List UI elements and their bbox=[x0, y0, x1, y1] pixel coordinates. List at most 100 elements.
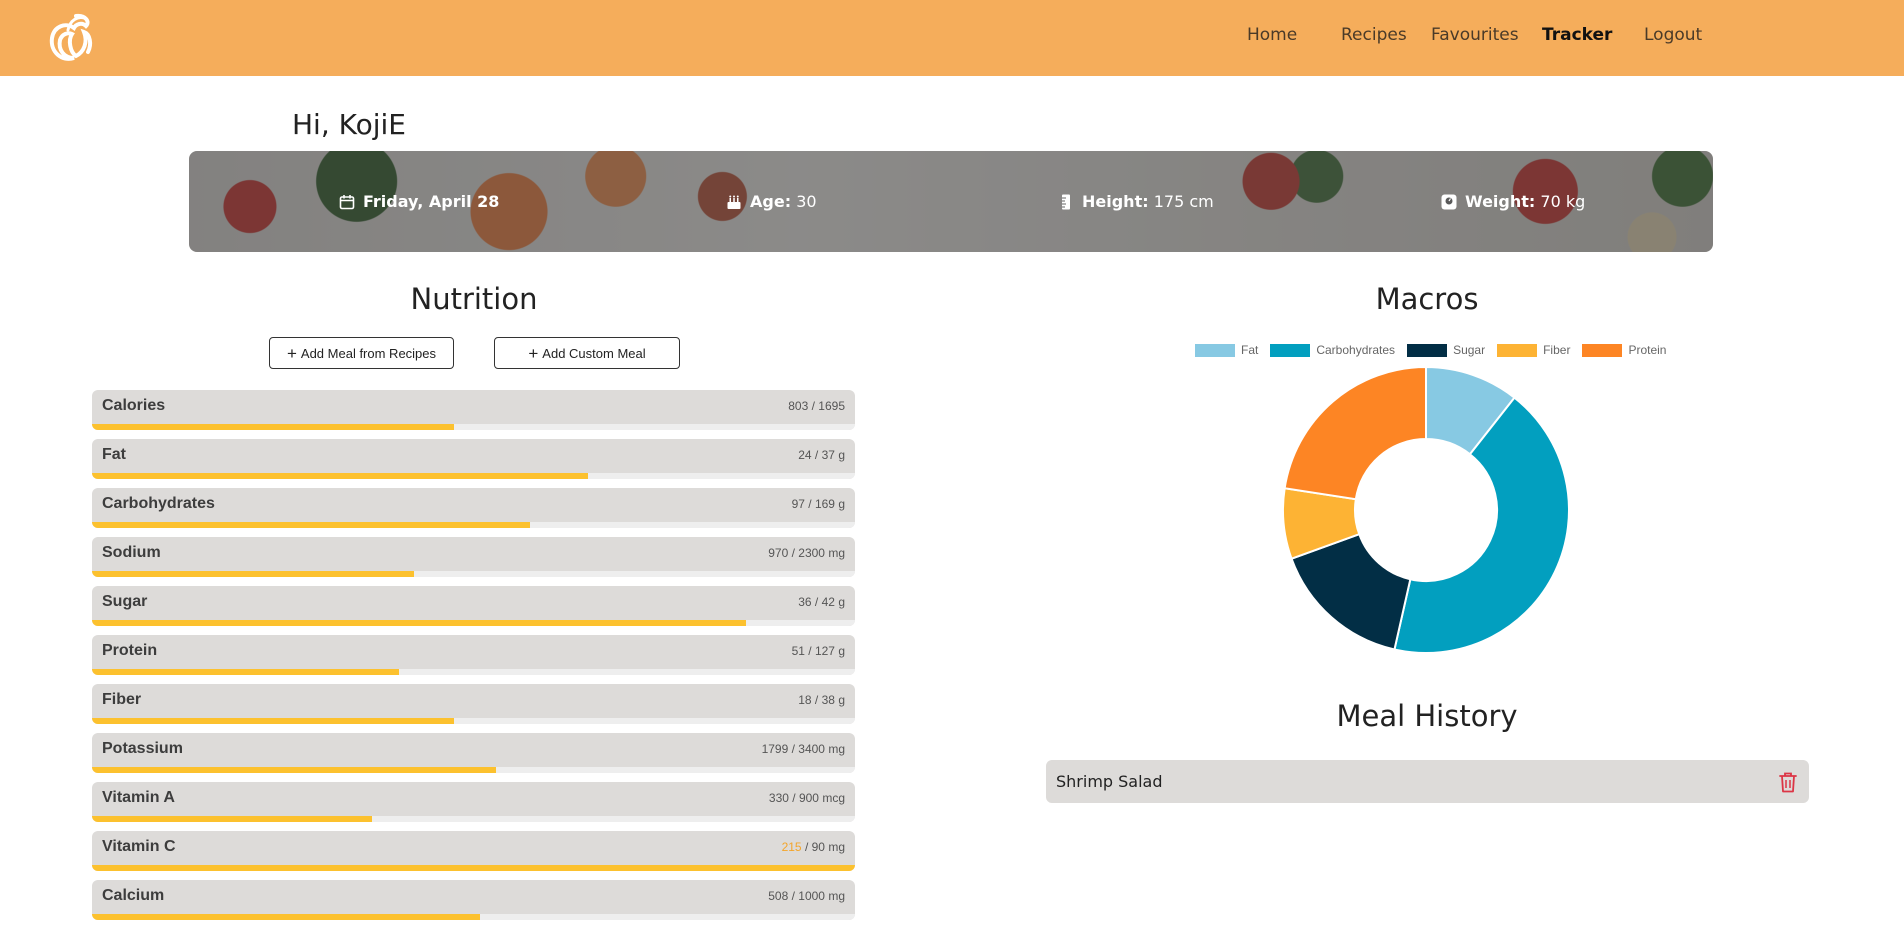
nutrient-progress-track bbox=[92, 816, 855, 822]
nutrition-row-vitamin-c: Vitamin C 215 / 90 mg bbox=[92, 831, 855, 871]
meal-history-title: Meal History bbox=[1336, 699, 1518, 733]
nutrient-progress-fill bbox=[92, 669, 399, 675]
nutrition-row-potassium: Potassium 1799 / 3400 mg bbox=[92, 733, 855, 773]
nutrient-label: Vitamin A bbox=[102, 789, 175, 806]
nutrition-row-sugar: Sugar 36 / 42 g bbox=[92, 586, 855, 626]
nutrient-label: Potassium bbox=[102, 740, 183, 757]
meal-history-item[interactable]: Shrimp Salad bbox=[1046, 760, 1809, 803]
legend-label: Fiber bbox=[1543, 343, 1571, 357]
nutrient-value: 97 / 169 g bbox=[791, 497, 845, 511]
nutrient-value: 36 / 42 g bbox=[798, 595, 845, 609]
trash-icon[interactable] bbox=[1777, 770, 1799, 794]
nutrient-progress-fill bbox=[92, 718, 454, 724]
nutrient-progress-track bbox=[92, 522, 855, 528]
banner-weight-text: Weight: 70 kg bbox=[1465, 192, 1586, 211]
legend-item-fiber[interactable]: Fiber bbox=[1497, 343, 1570, 357]
calendar-icon bbox=[339, 194, 355, 209]
legend-item-fat[interactable]: Fat bbox=[1195, 343, 1258, 357]
legend-item-sugar[interactable]: Sugar bbox=[1407, 343, 1485, 357]
nutrient-progress-track bbox=[92, 473, 855, 479]
legend-label: Protein bbox=[1628, 343, 1667, 357]
nutrient-value: 508 / 1000 mg bbox=[768, 889, 845, 903]
ruler-icon bbox=[1062, 194, 1070, 209]
nutrient-value: 51 / 127 g bbox=[791, 644, 845, 658]
banner-height-text: Height: 175 cm bbox=[1082, 192, 1214, 211]
nutrient-progress-fill bbox=[92, 865, 855, 871]
nutrient-progress-track bbox=[92, 914, 855, 920]
nutrition-row-carbohydrates: Carbohydrates 97 / 169 g bbox=[92, 488, 855, 528]
nav-logout[interactable]: Logout bbox=[1644, 25, 1702, 45]
nutrient-label: Calcium bbox=[102, 887, 165, 904]
nav-home[interactable]: Home bbox=[1247, 25, 1297, 45]
meal-name: Shrimp Salad bbox=[1056, 772, 1163, 791]
nutrient-progress-fill bbox=[92, 571, 414, 577]
legend-item-protein[interactable]: Protein bbox=[1582, 343, 1666, 357]
banner-weight: Weight: 70 kg bbox=[1441, 192, 1585, 211]
profile-banner: Friday, April 28 Age: 30 Height: 175 cm bbox=[189, 151, 1713, 252]
nutrition-title: Nutrition bbox=[410, 282, 538, 316]
slice-protein[interactable] bbox=[1283, 365, 1427, 501]
navbar: Home Recipes Favourites Tracker Logout bbox=[0, 0, 1904, 76]
legend-swatch bbox=[1582, 343, 1623, 357]
nutrient-progress-fill bbox=[92, 620, 746, 626]
nutrient-progress-fill bbox=[92, 914, 480, 920]
nutrition-row-sodium: Sodium 970 / 2300 mg bbox=[92, 537, 855, 577]
macros-legend: Fat Carbohydrates Sugar Fiber Protein bbox=[1195, 342, 1678, 358]
banner-age-text: Age: 30 bbox=[750, 192, 817, 211]
macros-donut-chart bbox=[1282, 365, 1570, 654]
nutrient-progress-track bbox=[92, 718, 855, 724]
nutrient-progress-track bbox=[92, 669, 855, 675]
add-custom-meal-label: Add Custom Meal bbox=[542, 345, 646, 361]
nutrient-value: 18 / 38 g bbox=[798, 693, 845, 707]
chef-logo-icon[interactable] bbox=[46, 12, 94, 64]
nutrient-label: Carbohydrates bbox=[102, 495, 215, 512]
plus-icon: + bbox=[528, 343, 539, 363]
nutrition-row-protein: Protein 51 / 127 g bbox=[92, 635, 855, 675]
legend-swatch bbox=[1497, 343, 1538, 357]
banner-age: Age: 30 bbox=[726, 192, 817, 211]
nutrient-label: Sodium bbox=[102, 544, 161, 561]
nutrient-progress-fill bbox=[92, 522, 530, 528]
nutrient-label: Fiber bbox=[102, 691, 142, 708]
nutrient-value: 970 / 2300 mg bbox=[768, 546, 845, 560]
macros-title: Macros bbox=[1375, 282, 1479, 316]
nutrient-label: Vitamin C bbox=[102, 838, 176, 855]
legend-label: Fat bbox=[1241, 343, 1259, 357]
scale-icon bbox=[1441, 194, 1457, 209]
plus-icon: + bbox=[286, 343, 297, 363]
nutrition-row-calcium: Calcium 508 / 1000 mg bbox=[92, 880, 855, 920]
legend-swatch bbox=[1195, 343, 1235, 357]
legend-label: Carbohydrates bbox=[1316, 343, 1396, 357]
nutrient-progress-fill bbox=[92, 424, 454, 430]
legend-swatch bbox=[1407, 343, 1448, 357]
nutrient-progress-fill bbox=[92, 473, 588, 479]
add-meal-from-recipes-button[interactable]: + Add Meal from Recipes bbox=[269, 337, 454, 369]
nutrition-row-calories: Calories 803 / 1695 bbox=[92, 390, 855, 430]
banner-date-text: Friday, April 28 bbox=[363, 192, 500, 211]
nav-recipes[interactable]: Recipes bbox=[1341, 25, 1407, 45]
legend-swatch bbox=[1270, 343, 1311, 357]
nutrient-progress-track bbox=[92, 865, 855, 871]
legend-label: Sugar bbox=[1453, 343, 1486, 357]
nav-tracker[interactable]: Tracker bbox=[1542, 25, 1612, 45]
banner-height: Height: 175 cm bbox=[1058, 192, 1214, 211]
add-custom-meal-button[interactable]: + Add Custom Meal bbox=[494, 337, 680, 369]
nutrient-value: 215 / 90 mg bbox=[781, 840, 845, 854]
nutrient-label: Calories bbox=[102, 397, 166, 414]
nutrient-progress-fill bbox=[92, 816, 373, 822]
nutrition-row-vitamin-a: Vitamin A 330 / 900 mcg bbox=[92, 782, 855, 822]
nutrient-value: 803 / 1695 bbox=[788, 399, 845, 413]
cake-icon bbox=[727, 195, 741, 209]
nutrient-value: 330 / 900 mcg bbox=[768, 791, 845, 805]
nutrient-progress-track bbox=[92, 620, 855, 626]
add-meal-from-recipes-label: Add Meal from Recipes bbox=[300, 345, 437, 361]
greeting: Hi, KojiE bbox=[292, 108, 406, 141]
nutrient-label: Fat bbox=[102, 446, 126, 463]
nutrient-progress-track bbox=[92, 767, 855, 773]
legend-item-carbohydrates[interactable]: Carbohydrates bbox=[1270, 343, 1395, 357]
nav-favourites[interactable]: Favourites bbox=[1431, 25, 1519, 45]
nutrient-progress-fill bbox=[92, 767, 496, 773]
nutrient-progress-track bbox=[92, 424, 855, 430]
nutrient-value: 24 / 37 g bbox=[798, 448, 845, 462]
nutrition-row-fiber: Fiber 18 / 38 g bbox=[92, 684, 855, 724]
